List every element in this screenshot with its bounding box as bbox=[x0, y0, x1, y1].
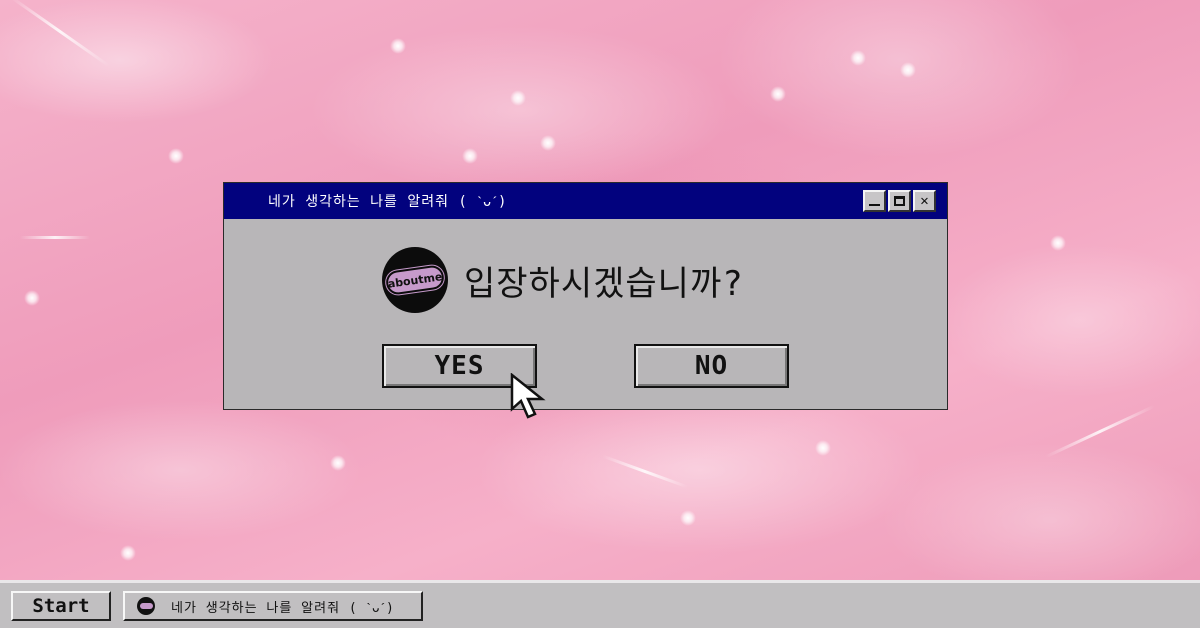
maximize-button[interactable] bbox=[888, 190, 911, 212]
water-sparkle bbox=[120, 545, 136, 561]
small-logo-pill bbox=[139, 603, 153, 609]
water-sparkle bbox=[390, 38, 406, 54]
water-sparkle bbox=[168, 148, 184, 164]
close-icon: ✕ bbox=[920, 193, 929, 209]
close-button[interactable]: ✕ bbox=[913, 190, 936, 212]
water-sparkle bbox=[1050, 235, 1066, 251]
no-button[interactable]: NO bbox=[634, 344, 789, 388]
maximize-icon bbox=[894, 196, 905, 206]
water-sparkle bbox=[815, 440, 831, 456]
entry-dialog: 네가 생각하는 나를 알려줘 ( ˋᴗˊ) ✕ aboutme 입장하시겠습니까… bbox=[223, 182, 948, 419]
water-sparkle bbox=[850, 50, 866, 66]
aboutme-small-icon bbox=[137, 597, 155, 615]
taskbar-item-dialog[interactable]: 네가 생각하는 나를 알려줘 ( ˋᴗˊ) bbox=[123, 591, 423, 621]
water-streak bbox=[20, 236, 90, 239]
water-sparkle bbox=[540, 135, 556, 151]
aboutme-logo-icon: aboutme bbox=[382, 247, 448, 313]
water-sparkle bbox=[510, 90, 526, 106]
water-sparkle bbox=[770, 86, 786, 102]
taskbar-item-label: 네가 생각하는 나를 알려줘 ( ˋᴗˊ) bbox=[171, 600, 395, 616]
minimize-button[interactable] bbox=[863, 190, 886, 212]
dialog-message: 입장하시겠습니까? bbox=[464, 263, 744, 304]
logo-text: aboutme bbox=[386, 269, 444, 291]
water-sparkle bbox=[24, 290, 40, 306]
start-button[interactable]: Start bbox=[11, 591, 111, 621]
minimize-icon bbox=[869, 204, 880, 206]
arrow-cursor-icon bbox=[510, 373, 546, 419]
water-sparkle bbox=[462, 148, 478, 164]
water-streak bbox=[1044, 404, 1156, 459]
water-streak bbox=[9, 0, 111, 68]
water-sparkle bbox=[680, 510, 696, 526]
water-streak bbox=[602, 454, 688, 489]
water-sparkle bbox=[900, 62, 916, 78]
water-sparkle bbox=[330, 455, 346, 471]
logo-pill: aboutme bbox=[384, 264, 446, 296]
dialog-message-row: aboutme 입장하시겠습니까? bbox=[382, 247, 744, 313]
window-controls: ✕ bbox=[863, 190, 936, 212]
taskbar: Start 네가 생각하는 나를 알려줘 ( ˋᴗˊ) bbox=[0, 580, 1200, 628]
dialog-title: 네가 생각하는 나를 알려줘 ( ˋᴗˊ) bbox=[268, 194, 508, 210]
dialog-titlebar[interactable]: 네가 생각하는 나를 알려줘 ( ˋᴗˊ) ✕ bbox=[224, 183, 947, 219]
